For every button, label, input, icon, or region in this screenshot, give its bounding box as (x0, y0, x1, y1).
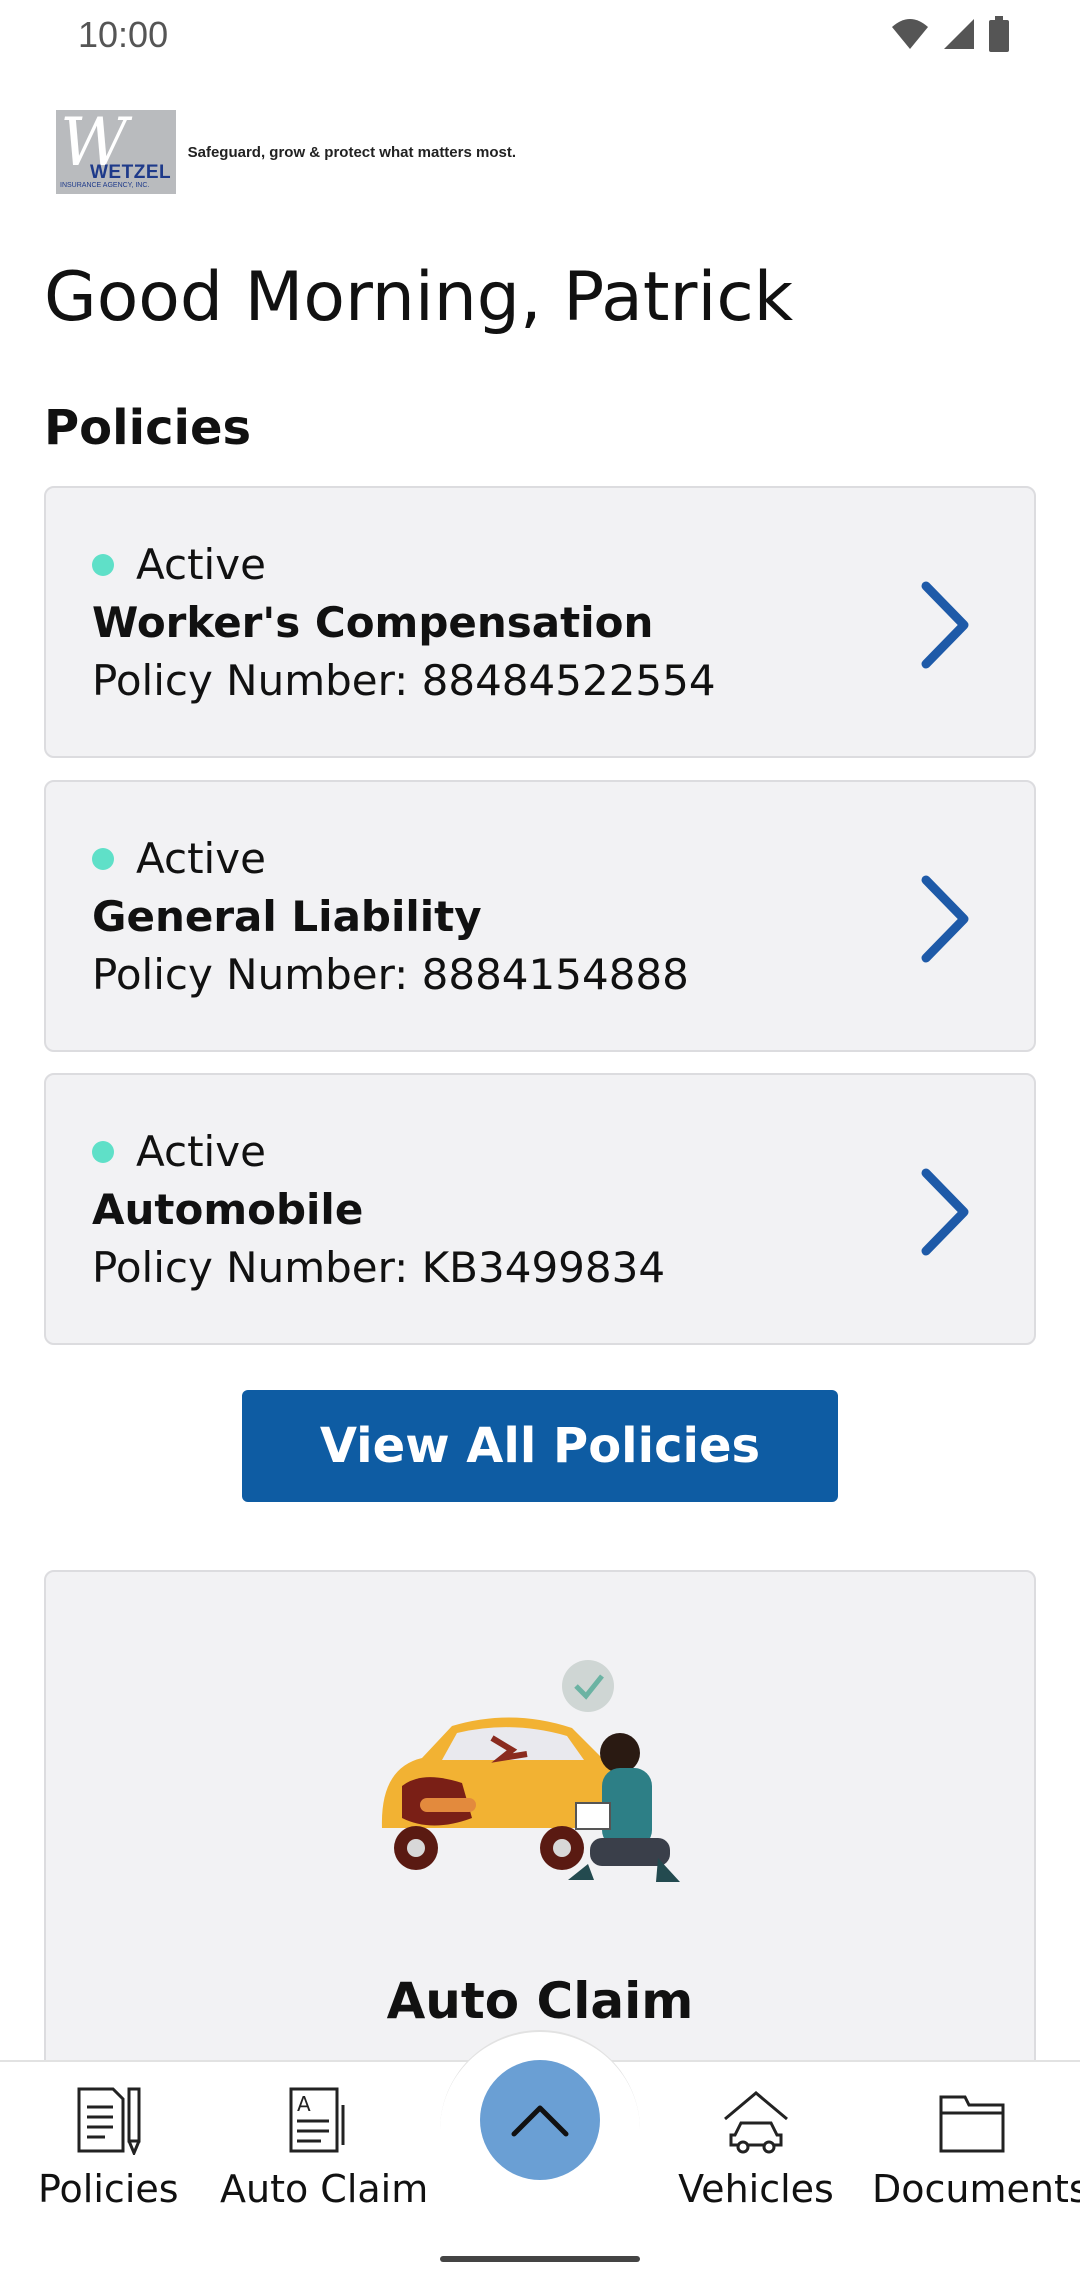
policy-status-text: Active (136, 1127, 266, 1176)
policy-name: General Liability (92, 892, 482, 941)
policy-status: Active (92, 1127, 266, 1176)
chevron-up-icon (511, 2105, 569, 2137)
greeting: Good Morning, Patrick (44, 258, 794, 337)
policy-name: Automobile (92, 1185, 364, 1234)
nav-label-documents: Documents (872, 2167, 1080, 2211)
nav-label-auto-claim: Auto Claim (220, 2167, 429, 2211)
agency-logo: W WETZEL INSURANCE AGENCY, INC. Safeguar… (56, 110, 516, 194)
policy-status-text: Active (136, 834, 266, 883)
logo-subtitle: INSURANCE AGENCY, INC. (60, 182, 150, 189)
logo-name: WETZEL (90, 162, 172, 183)
policy-card[interactable]: Active General Liability Policy Number: … (44, 780, 1036, 1052)
chevron-right-icon[interactable] (914, 580, 974, 670)
policies-icon (77, 2087, 141, 2155)
nav-item-vehicles[interactable]: Vehicles (676, 2075, 836, 2211)
logo-mark: W WETZEL INSURANCE AGENCY, INC. (56, 110, 176, 194)
svg-text:A: A (297, 2092, 311, 2116)
status-dot-icon (92, 553, 114, 576)
policies-title: Policies (44, 400, 252, 456)
home-indicator[interactable] (440, 2256, 640, 2262)
policy-status-text: Active (136, 540, 266, 589)
policy-card[interactable]: Active Automobile Policy Number: KB34998… (44, 1073, 1036, 1345)
expand-menu-button[interactable] (480, 2060, 600, 2180)
status-bar: 10:00 (0, 0, 1080, 70)
documents-icon (939, 2095, 1005, 2153)
auto-claim-card[interactable]: Auto Claim (44, 1570, 1036, 2070)
chevron-right-icon[interactable] (914, 1167, 974, 1257)
wifi-icon (892, 19, 928, 49)
view-all-policies-button[interactable]: View All Policies (242, 1390, 838, 1502)
chevron-right-icon[interactable] (914, 874, 974, 964)
auto-claim-icon: A (289, 2087, 345, 2153)
battery-icon (989, 16, 1009, 52)
policy-number: Policy Number: 88484522554 (92, 656, 716, 705)
status-icons (890, 16, 1010, 52)
policy-number: Policy Number: 8884154888 (92, 950, 689, 999)
nav-item-auto-claim[interactable]: A Auto Claim (220, 2075, 429, 2211)
status-dot-icon (92, 847, 114, 870)
logo-tagline: Safeguard, grow & protect what matters m… (187, 143, 516, 161)
auto-claim-title: Auto Claim (386, 1972, 694, 2030)
policy-number: Policy Number: KB3499834 (92, 1243, 666, 1292)
nav-item-documents[interactable]: Documents (872, 2075, 1080, 2211)
policy-name: Worker's Compensation (92, 598, 654, 647)
status-time: 10:00 (78, 14, 169, 55)
policy-status: Active (92, 540, 266, 589)
vehicles-icon (724, 2091, 788, 2154)
nav-label-policies: Policies (38, 2167, 179, 2211)
signal-icon (944, 19, 974, 49)
car-damage-illustration (381, 1660, 680, 1882)
status-dot-icon (92, 1140, 114, 1163)
nav-label-vehicles: Vehicles (678, 2167, 834, 2211)
nav-item-policies[interactable]: Policies (38, 2075, 179, 2211)
policy-status: Active (92, 834, 266, 883)
policy-card[interactable]: Active Worker's Compensation Policy Numb… (44, 486, 1036, 758)
